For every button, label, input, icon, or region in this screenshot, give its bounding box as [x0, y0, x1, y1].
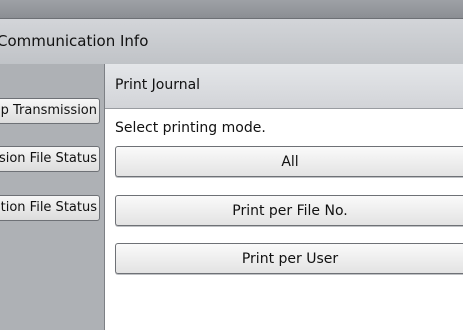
print-per-file-no-button[interactable]: Print per File No. [115, 195, 463, 226]
stop-transmission-button[interactable]: Stop Transmission [0, 98, 100, 124]
top-status-bar [0, 0, 463, 19]
dialog-title: Print Journal [115, 77, 201, 93]
screen-title-bar: Communication Info [0, 19, 463, 65]
screen: Communication Info Stop Transmission Tra… [0, 0, 463, 330]
reception-file-status-button[interactable]: Reception File Status [0, 195, 100, 221]
dialog-header: Print Journal [105, 64, 463, 109]
screen-title: Communication Info [0, 32, 149, 50]
transmission-file-status-button[interactable]: Transmission File Status [0, 146, 100, 172]
print-per-user-button[interactable]: Print per User [115, 243, 463, 274]
all-button[interactable]: All [115, 146, 463, 177]
left-button-panel: Stop Transmission Transmission File Stat… [0, 64, 105, 330]
print-journal-dialog: Print Journal Select printing mode. All … [104, 64, 463, 330]
dialog-prompt: Select printing mode. [115, 120, 266, 136]
